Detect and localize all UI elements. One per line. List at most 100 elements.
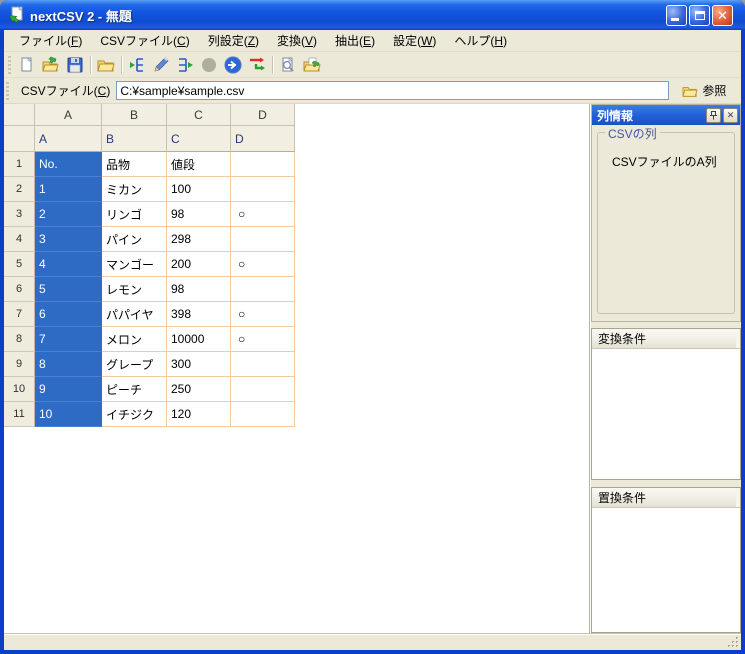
row-number-header[interactable]: 5 bbox=[4, 252, 35, 277]
column-letter-header[interactable]: B bbox=[102, 104, 167, 126]
menu-item[interactable]: CSVファイル(C) bbox=[91, 30, 198, 52]
csv-column-header[interactable]: B bbox=[102, 126, 167, 152]
open-file-icon[interactable] bbox=[39, 54, 63, 76]
output-column-icon[interactable] bbox=[173, 54, 197, 76]
replacement-conditions-list[interactable] bbox=[592, 508, 740, 632]
column-letter-header[interactable]: A bbox=[35, 104, 102, 126]
table-cell[interactable]: 8 bbox=[35, 352, 102, 377]
row-number-header[interactable]: 1 bbox=[4, 152, 35, 177]
table-cell[interactable]: 200 bbox=[167, 252, 231, 277]
table-cell[interactable] bbox=[231, 277, 295, 302]
row-number-header[interactable]: 4 bbox=[4, 227, 35, 252]
table-cell[interactable]: 1 bbox=[35, 177, 102, 202]
table-cell[interactable]: パパイヤ bbox=[102, 302, 167, 327]
table-cell[interactable]: イチジク bbox=[102, 402, 167, 427]
spreadsheet-area[interactable]: A B C D A B C D 1 No. 品物 値段 2 1 ミカン 100 3 2 リンゴ 98 ○ 4 3 パイン 298… bbox=[4, 104, 590, 633]
table-cell[interactable]: 3 bbox=[35, 227, 102, 252]
csv-column-header[interactable]: C bbox=[167, 126, 231, 152]
table-cell[interactable]: 120 bbox=[167, 402, 231, 427]
conversion-conditions-list[interactable] bbox=[592, 349, 740, 479]
row-number-header[interactable]: 11 bbox=[4, 402, 35, 427]
csv-column-header[interactable]: D bbox=[231, 126, 295, 152]
table-cell[interactable]: 100 bbox=[167, 177, 231, 202]
menu-item[interactable]: 抽出(E) bbox=[326, 30, 384, 52]
table-cell[interactable]: 品物 bbox=[102, 152, 167, 177]
folder-icon[interactable] bbox=[94, 54, 118, 76]
table-cell[interactable]: パイン bbox=[102, 227, 167, 252]
table-cell[interactable]: 値段 bbox=[167, 152, 231, 177]
table-cell[interactable]: 300 bbox=[167, 352, 231, 377]
column-letter-header[interactable]: C bbox=[167, 104, 231, 126]
table-cell[interactable] bbox=[231, 152, 295, 177]
preview-icon[interactable] bbox=[276, 54, 300, 76]
maximize-button[interactable] bbox=[689, 4, 710, 26]
table-cell[interactable]: 298 bbox=[167, 227, 231, 252]
table-cell[interactable]: 9 bbox=[35, 377, 102, 402]
resize-grip[interactable] bbox=[727, 636, 739, 648]
table-cell[interactable]: 10 bbox=[35, 402, 102, 427]
browse-button[interactable]: 参照 bbox=[678, 80, 730, 101]
row-number-header[interactable]: 8 bbox=[4, 327, 35, 352]
table-cell[interactable]: 4 bbox=[35, 252, 102, 277]
table-cell[interactable]: レモン bbox=[102, 277, 167, 302]
row-number-header[interactable]: 10 bbox=[4, 377, 35, 402]
row-number-header[interactable]: 3 bbox=[4, 202, 35, 227]
table-cell[interactable]: 7 bbox=[35, 327, 102, 352]
csv-path-input[interactable] bbox=[116, 81, 670, 100]
table-cell[interactable]: 98 bbox=[167, 277, 231, 302]
menu-item[interactable]: 変換(V) bbox=[268, 30, 326, 52]
row-number-header[interactable]: 9 bbox=[4, 352, 35, 377]
save-icon[interactable] bbox=[63, 54, 87, 76]
table-cell[interactable]: メロン bbox=[102, 327, 167, 352]
close-button[interactable]: ✕ bbox=[712, 4, 733, 26]
table-cell[interactable]: No. bbox=[35, 152, 102, 177]
toolbar-gripper[interactable] bbox=[8, 55, 11, 74]
edit-pencil-icon[interactable] bbox=[149, 54, 173, 76]
grid-corner[interactable] bbox=[4, 126, 35, 152]
table-cell[interactable]: 2 bbox=[35, 202, 102, 227]
filebar-gripper[interactable] bbox=[6, 81, 9, 100]
table-cell[interactable]: 398 bbox=[167, 302, 231, 327]
column-letter-header[interactable]: D bbox=[231, 104, 295, 126]
table-cell[interactable]: ミカン bbox=[102, 177, 167, 202]
csv-column-header[interactable]: A bbox=[35, 126, 102, 152]
table-cell[interactable]: 5 bbox=[35, 277, 102, 302]
table-cell[interactable]: ○ bbox=[231, 327, 295, 352]
row-number-header[interactable]: 7 bbox=[4, 302, 35, 327]
table-cell[interactable] bbox=[231, 177, 295, 202]
pin-icon[interactable] bbox=[706, 107, 721, 123]
table-cell[interactable]: リンゴ bbox=[102, 202, 167, 227]
menu-item[interactable]: 設定(W) bbox=[384, 30, 445, 52]
table-cell[interactable]: ○ bbox=[231, 202, 295, 227]
table-cell[interactable]: グレープ bbox=[102, 352, 167, 377]
convert-icon[interactable] bbox=[245, 54, 269, 76]
table-cell[interactable]: 6 bbox=[35, 302, 102, 327]
title-bar[interactable]: nextCSV 2 - 無題 ✕ bbox=[0, 0, 745, 30]
grid-corner[interactable] bbox=[4, 104, 35, 126]
table-cell[interactable] bbox=[231, 377, 295, 402]
column-info-header[interactable]: 列情報 ✕ bbox=[592, 105, 740, 125]
run-icon[interactable] bbox=[221, 54, 245, 76]
table-cell[interactable]: マンゴー bbox=[102, 252, 167, 277]
insert-column-icon[interactable] bbox=[125, 54, 149, 76]
row-number-header[interactable]: 2 bbox=[4, 177, 35, 202]
record-circle-icon[interactable] bbox=[197, 54, 221, 76]
export-folder-icon[interactable] bbox=[300, 54, 324, 76]
minimize-button[interactable] bbox=[666, 4, 687, 26]
new-file-icon[interactable] bbox=[15, 54, 39, 76]
conversion-conditions-header: 変換条件 bbox=[592, 329, 740, 349]
row-number-header[interactable]: 6 bbox=[4, 277, 35, 302]
table-cell[interactable]: 10000 bbox=[167, 327, 231, 352]
table-cell[interactable]: 250 bbox=[167, 377, 231, 402]
menu-item[interactable]: 列設定(Z) bbox=[199, 30, 268, 52]
table-cell[interactable]: 98 bbox=[167, 202, 231, 227]
table-cell[interactable] bbox=[231, 352, 295, 377]
table-cell[interactable]: ○ bbox=[231, 302, 295, 327]
table-cell[interactable]: ○ bbox=[231, 252, 295, 277]
table-cell[interactable] bbox=[231, 402, 295, 427]
table-cell[interactable] bbox=[231, 227, 295, 252]
menu-item[interactable]: ヘルプ(H) bbox=[445, 30, 516, 52]
table-cell[interactable]: ピーチ bbox=[102, 377, 167, 402]
menu-item[interactable]: ファイル(F) bbox=[10, 30, 91, 52]
panel-close-icon[interactable]: ✕ bbox=[723, 107, 738, 123]
